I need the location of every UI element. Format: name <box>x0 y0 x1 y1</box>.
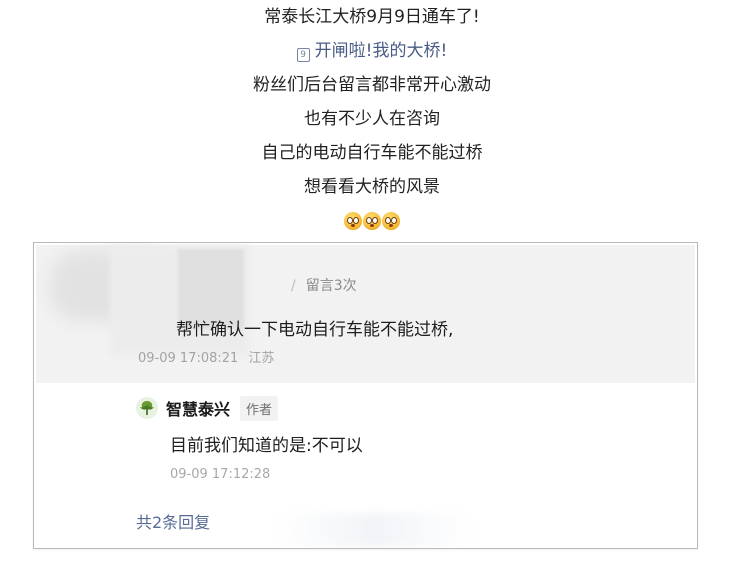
author-reply-header: 智慧泰兴 作者 <box>136 395 279 421</box>
reader-comment-location: 江苏 <box>248 351 275 366</box>
astonished-face-emoji-icon <box>382 211 401 230</box>
article-line-5: 自己的电动自行车能不能过桥 <box>261 143 483 163</box>
reader-comment-time: 09-09 17:08:21 <box>138 351 239 366</box>
view-all-replies-link[interactable]: 共2条回复 <box>136 509 210 533</box>
blurred-watermark <box>274 513 474 547</box>
author-reply-text: 目前我们知道的是:不可以 <box>170 436 363 456</box>
reader-comment-block: / 留言3次 帮忙确认一下电动自行车能不能过桥, 09-09 17:08:21 江… <box>36 245 695 383</box>
emoji-row <box>0 210 744 230</box>
tree-logo-icon[interactable] <box>136 397 158 419</box>
comment-card: / 留言3次 帮忙确认一下电动自行车能不能过桥, 09-09 17:08:21 江… <box>33 242 698 549</box>
astonished-face-emoji-icon <box>343 211 362 230</box>
calendar-icon: 9 <box>296 48 310 62</box>
reader-comment-meta: 09-09 17:08:21 江苏 <box>138 347 274 366</box>
comment-count-text: 留言3次 <box>305 278 357 294</box>
author-badge: 作者 <box>240 395 279 421</box>
comment-count-badge: / 留言3次 <box>291 278 357 294</box>
author-name[interactable]: 智慧泰兴 <box>166 396 230 420</box>
astonished-face-emoji-icon <box>363 211 381 230</box>
article-line-4: 也有不少人在咨询 <box>304 109 440 129</box>
article-line-1: 常泰长江大桥9月9日通车了! <box>264 7 480 27</box>
article-line-6: 想看看大桥的风景 <box>304 177 440 197</box>
article-line-2-text: 开闸啦!我的大桥! <box>314 41 448 61</box>
reader-comment-text: 帮忙确认一下电动自行车能不能过桥, <box>176 320 454 340</box>
article-line-3: 粉丝们后台留言都非常开心激动 <box>253 75 491 95</box>
article-line-2: 9 开闸啦!我的大桥! <box>0 40 744 62</box>
author-reply-time: 09-09 17:12:28 <box>170 467 271 482</box>
